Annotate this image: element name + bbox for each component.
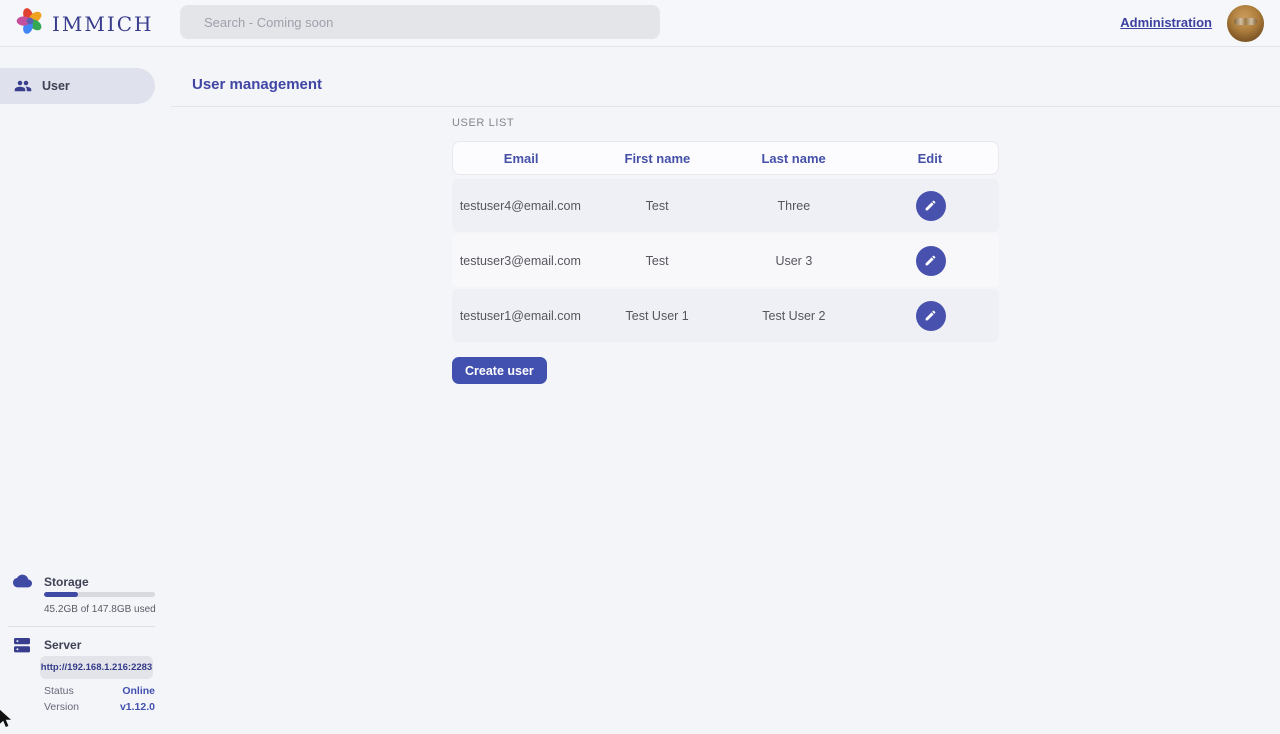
brand-name: IMMICH [52, 12, 154, 36]
top-navbar: IMMICH Administration [0, 0, 1280, 47]
table-row: testuser3@email.com Test User 3 [452, 234, 999, 287]
storage-usage-text: 45.2GB of 147.8GB used [44, 604, 156, 615]
server-title: Server [44, 638, 81, 652]
sidebar-item-user[interactable]: User [0, 68, 155, 104]
storage-progress-fill [44, 592, 78, 597]
status-label: Status [44, 685, 74, 697]
brand[interactable]: IMMICH [16, 7, 154, 40]
immich-logo-icon [16, 7, 44, 40]
edit-user-button[interactable] [916, 191, 946, 221]
immich-admin-app: IMMICH Administration User Storage 45.2G… [0, 0, 1280, 730]
column-header-first-name: First name [589, 151, 725, 166]
title-divider [171, 106, 1280, 107]
cell-first-name: Test User 1 [589, 309, 726, 323]
server-version-row: Version v1.12.0 [44, 701, 155, 713]
people-icon [14, 77, 32, 95]
cell-email: testuser3@email.com [452, 254, 589, 268]
server-status-row: Status Online [44, 685, 155, 697]
server-url-badge: http://192.168.1.216:2283 [40, 656, 153, 679]
edit-user-button[interactable] [916, 301, 946, 331]
column-header-email: Email [453, 151, 589, 166]
pencil-icon [924, 254, 937, 267]
version-value: v1.12.0 [120, 701, 155, 713]
user-avatar[interactable] [1227, 5, 1264, 42]
cell-last-name: Three [726, 199, 863, 213]
server-icon [14, 637, 31, 659]
status-value: Online [122, 685, 155, 697]
cell-email: testuser4@email.com [452, 199, 589, 213]
search-input[interactable] [180, 5, 660, 39]
storage-progress-bar [44, 592, 155, 597]
table-row: testuser1@email.com Test User 1 Test Use… [452, 289, 999, 342]
administration-link[interactable]: Administration [1120, 15, 1212, 30]
column-header-edit: Edit [862, 151, 998, 166]
cell-first-name: Test [589, 199, 726, 213]
cloud-icon [13, 574, 32, 593]
cell-first-name: Test [589, 254, 726, 268]
table-row: testuser4@email.com Test Three [452, 179, 999, 232]
cell-last-name: User 3 [726, 254, 863, 268]
cell-last-name: Test User 2 [726, 309, 863, 323]
page-title: User management [192, 76, 322, 93]
cell-email: testuser1@email.com [452, 309, 589, 323]
sidebar-item-label: User [42, 79, 70, 93]
edit-user-button[interactable] [916, 246, 946, 276]
pencil-icon [924, 309, 937, 322]
pencil-icon [924, 199, 937, 212]
user-table-body: testuser4@email.com Test Three testuser3… [452, 179, 999, 344]
user-list-label: USER LIST [452, 117, 514, 129]
sidebar-divider [8, 626, 155, 627]
user-table-header: EmailFirst nameLast nameEdit [452, 141, 999, 175]
mouse-cursor [0, 709, 13, 734]
create-user-button[interactable]: Create user [452, 357, 547, 384]
storage-title: Storage [44, 575, 89, 589]
version-label: Version [44, 701, 79, 713]
column-header-last-name: Last name [726, 151, 862, 166]
